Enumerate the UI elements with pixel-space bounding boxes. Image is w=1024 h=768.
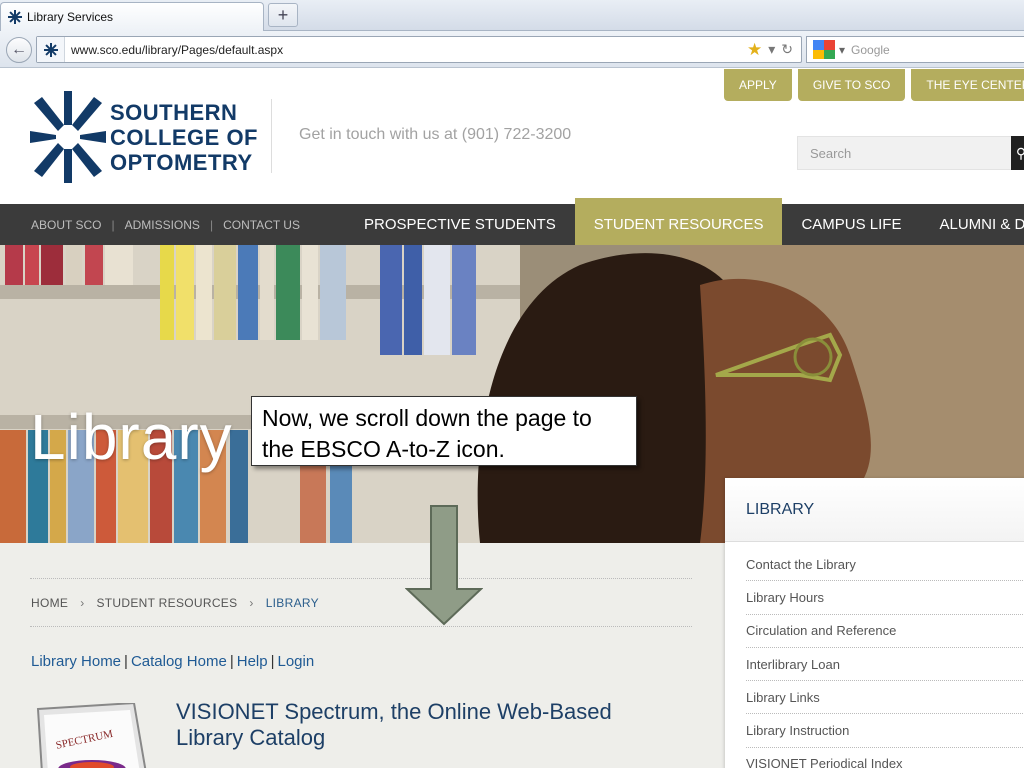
sidebar-item-library-links[interactable]: Library Links (746, 681, 1024, 715)
browser-search-box[interactable]: ▾ Google (806, 36, 1024, 63)
site-identity-icon[interactable] (37, 37, 65, 62)
sidebar-item-visionet-index[interactable]: VISIONET Periodical Index (746, 748, 1024, 768)
main-nav-items: PROSPECTIVE STUDENTS STUDENT RESOURCES C… (345, 198, 1024, 245)
utility-links: ABOUT SCO | ADMISSIONS | CONTACT US (0, 218, 300, 232)
nav-separator: | (111, 217, 115, 232)
library-links: Library Home | Catalog Home | Help | Login (31, 653, 314, 670)
spectrum-catalog-image[interactable]: SPECTRUM (34, 703, 154, 768)
sidebar-item-library-hours[interactable]: Library Hours (746, 581, 1024, 615)
logo-line-1: SOUTHERN (110, 100, 238, 125)
site-header: SOUTHERN COLLEGE OF OPTOMETRY Get in tou… (0, 69, 1024, 204)
nav-about-sco[interactable]: ABOUT SCO (31, 218, 101, 232)
help-link[interactable]: Help (237, 653, 268, 670)
link-separator: | (229, 653, 234, 670)
catalog-home-link[interactable]: Catalog Home (131, 653, 227, 670)
sidebar-item-circulation-reference[interactable]: Circulation and Reference (746, 615, 1024, 648)
new-tab-button[interactable]: + (268, 3, 298, 27)
annotation-callout: Now, we scroll down the page to the EBSC… (251, 396, 637, 466)
college-name-logo[interactable]: SOUTHERN COLLEGE OF OPTOMETRY (110, 100, 258, 175)
screenshot-root: Library Services + ← www.sco.edu/library… (0, 0, 1024, 768)
browser-tab-title: Library Services (27, 10, 114, 24)
google-icon (813, 40, 835, 59)
library-home-link[interactable]: Library Home (31, 653, 121, 670)
link-separator: | (124, 653, 128, 670)
apply-button[interactable]: APPLY (724, 69, 792, 101)
back-button[interactable]: ← (6, 37, 32, 63)
breadcrumb-student-resources[interactable]: STUDENT RESOURCES (97, 596, 238, 610)
sidebar-menu: Contact the Library Library Hours Circul… (725, 542, 1024, 768)
logo-line-3: OPTOMETRY (110, 150, 253, 175)
down-arrow-icon (405, 505, 483, 626)
address-bar[interactable]: www.sco.edu/library/Pages/default.aspx ★… (36, 36, 802, 63)
logo-line-2: COLLEGE OF (110, 125, 258, 150)
nav-separator: | (209, 217, 214, 232)
eye-center-button[interactable]: THE EYE CENTER (911, 69, 1024, 101)
login-link[interactable]: Login (278, 653, 315, 670)
browser-tab[interactable]: Library Services (0, 2, 264, 31)
breadcrumb-home[interactable]: HOME (31, 596, 68, 610)
nav-alumni-donors[interactable]: ALUMNI & DONORS (920, 204, 1024, 245)
nav-contact-us[interactable]: CONTACT US (223, 218, 300, 232)
site-favicon-icon (8, 10, 22, 24)
reload-icon[interactable]: ↻ (781, 41, 793, 58)
content-divider (30, 578, 692, 579)
top-button-group: APPLY GIVE TO SCO THE EYE CENTER (724, 69, 1024, 101)
search-submit-button[interactable]: ⚲ (1011, 136, 1024, 170)
nav-student-resources[interactable]: STUDENT RESOURCES (574, 198, 783, 245)
browser-toolbar: ← www.sco.edu/library/Pages/default.aspx… (0, 31, 1024, 68)
contact-phone-text: Get in touch with us at (901) 722-3200 (299, 126, 572, 143)
search-engine-dropdown-icon[interactable]: ▾ (839, 43, 845, 57)
catalog-title-line-2: Library Catalog (176, 725, 326, 750)
address-url[interactable]: www.sco.edu/library/Pages/default.aspx (65, 43, 747, 57)
sco-logo-icon[interactable] (30, 91, 106, 183)
catalog-title-line-1: VISIONET Spectrum, the Online Web-Based (176, 699, 612, 724)
breadcrumb-chevron-icon: › (80, 596, 85, 610)
nav-admissions[interactable]: ADMISSIONS (125, 218, 200, 232)
breadcrumb-chevron-icon: › (249, 596, 254, 610)
main-navigation: ABOUT SCO | ADMISSIONS | CONTACT US PROS… (0, 198, 1024, 245)
link-separator: | (270, 653, 275, 670)
search-icon: ⚲ (1015, 145, 1024, 161)
nav-prospective-students[interactable]: PROSPECTIVE STUDENTS (345, 204, 575, 245)
bookmark-star-icon[interactable]: ★ (747, 40, 762, 60)
sidebar-item-contact-library[interactable]: Contact the Library (746, 548, 1024, 582)
content-divider (30, 626, 692, 627)
back-arrow-icon: ← (11, 41, 27, 58)
sidebar-heading: LIBRARY (725, 478, 1024, 542)
site-search-placeholder: Search (810, 145, 852, 161)
give-to-sco-button[interactable]: GIVE TO SCO (797, 69, 906, 101)
breadcrumb: HOME › STUDENT RESOURCES › LIBRARY (31, 596, 319, 610)
nav-campus-life[interactable]: CAMPUS LIFE (782, 204, 920, 245)
browser-search-placeholder: Google (851, 42, 890, 57)
sidebar-item-library-instruction[interactable]: Library Instruction (746, 714, 1024, 748)
browser-tab-bar: Library Services + (0, 0, 1024, 31)
header-divider (271, 99, 272, 173)
hero-title: Library (30, 401, 233, 473)
sidebar-item-interlibrary-loan[interactable]: Interlibrary Loan (746, 648, 1024, 682)
library-sidebar: LIBRARY Contact the Library Library Hour… (725, 478, 1024, 768)
catalog-title-link[interactable]: VISIONET Spectrum, the Online Web-Based … (176, 699, 612, 751)
site-search-input[interactable]: Search (797, 136, 1017, 170)
dropdown-arrow-icon[interactable]: ▾ (768, 41, 775, 58)
breadcrumb-library: LIBRARY (265, 596, 319, 610)
